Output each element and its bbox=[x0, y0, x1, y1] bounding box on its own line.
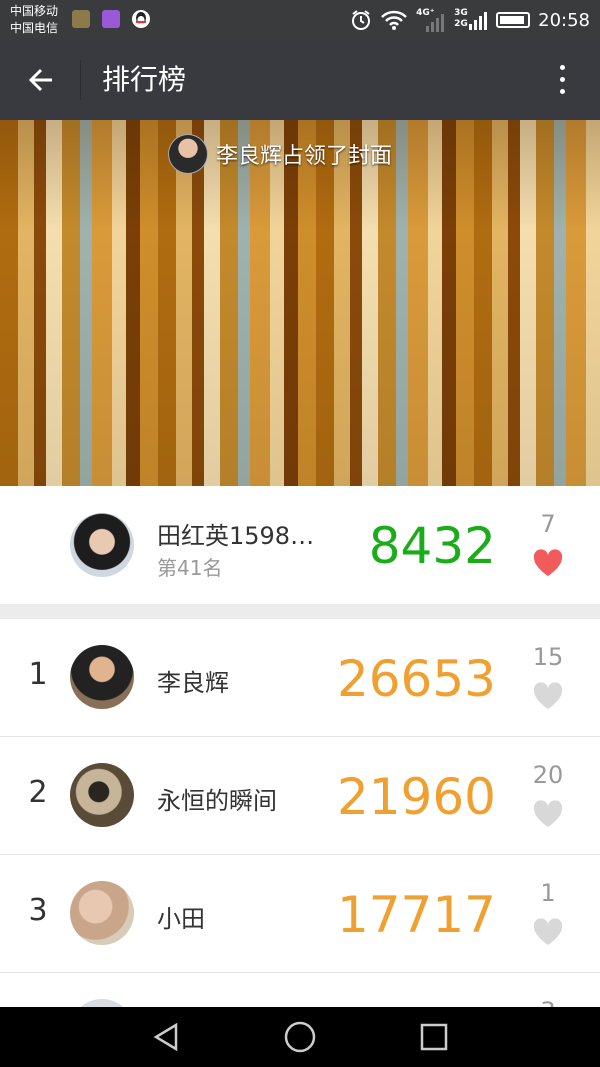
wifi-icon bbox=[381, 10, 408, 30]
avatar[interactable] bbox=[70, 763, 134, 827]
rank-list: 1 李良辉 26653 15 2 永恒的瞬间 21960 20 3 小田 177… bbox=[0, 619, 600, 1007]
nav-recent-icon[interactable] bbox=[416, 1019, 452, 1055]
network-3g-label: 3G bbox=[454, 8, 468, 18]
my-rank-row[interactable]: 田红英1598… 第41名 8432 7 bbox=[0, 486, 600, 604]
rank-row[interactable]: 3 bbox=[0, 973, 600, 1007]
avatar[interactable] bbox=[70, 645, 134, 709]
status-bar: 中国移动 中国电信 4G⁺ 3G 2G 20:58 bbox=[0, 0, 600, 40]
page-title: 排行榜 bbox=[102, 63, 187, 96]
rank-steps: 21960 bbox=[336, 768, 496, 826]
rank-number: 2 bbox=[28, 775, 48, 810]
rank-name: 李良辉 bbox=[157, 669, 229, 697]
system-nav-bar bbox=[0, 1007, 600, 1067]
heart-icon[interactable] bbox=[532, 681, 564, 711]
header-bar: 排行榜 bbox=[0, 40, 600, 120]
battery-icon bbox=[496, 12, 531, 28]
cover-owner[interactable]: 李良辉占领了封面 bbox=[168, 134, 392, 174]
heart-icon[interactable] bbox=[532, 917, 564, 947]
alarm-icon bbox=[352, 10, 371, 30]
cover-image[interactable] bbox=[0, 120, 600, 486]
rank-steps: 17717 bbox=[336, 886, 496, 944]
rank-likes-count: 15 bbox=[532, 643, 564, 671]
rank-name: 永恒的瞬间 bbox=[157, 787, 277, 815]
cover-owner-text: 李良辉占领了封面 bbox=[216, 144, 393, 169]
more-vertical-icon[interactable] bbox=[558, 62, 566, 98]
rank-row[interactable]: 2 永恒的瞬间 21960 20 bbox=[0, 737, 600, 855]
status-icons: 4G⁺ 3G 2G 20:58 bbox=[350, 0, 590, 40]
carrier-labels: 中国移动 中国电信 bbox=[10, 3, 58, 37]
rank-number: 3 bbox=[28, 893, 48, 928]
my-position: 第41名 bbox=[157, 556, 223, 580]
rank-likes-count: 1 bbox=[540, 879, 556, 907]
heart-icon[interactable] bbox=[532, 548, 564, 578]
back-arrow-icon[interactable] bbox=[24, 62, 60, 98]
notification-photo-icon bbox=[72, 10, 90, 28]
my-steps: 8432 bbox=[368, 517, 496, 575]
notification-gallery-icon bbox=[102, 10, 120, 28]
rank-name: 小田 bbox=[157, 905, 205, 933]
carrier-2: 中国电信 bbox=[10, 21, 59, 35]
signal-4g-icon: 4G⁺ bbox=[416, 8, 446, 32]
rank-likes-count: 3 bbox=[528, 997, 568, 1007]
rank-likes-count: 20 bbox=[532, 761, 564, 789]
rank-steps: 26653 bbox=[336, 650, 496, 708]
rank-row[interactable]: 3 小田 17717 1 bbox=[0, 855, 600, 973]
clock: 20:58 bbox=[538, 9, 590, 31]
avatar[interactable] bbox=[70, 999, 134, 1007]
heart-icon[interactable] bbox=[532, 799, 564, 829]
avatar[interactable] bbox=[70, 881, 134, 945]
signal-3g-icon: 3G 2G bbox=[454, 8, 488, 32]
network-2g-label: 2G bbox=[454, 19, 468, 29]
my-likes-count: 7 bbox=[540, 510, 556, 538]
my-name: 田红英1598… bbox=[157, 522, 315, 550]
cover-owner-avatar[interactable] bbox=[168, 134, 208, 174]
nav-home-icon[interactable] bbox=[282, 1019, 318, 1055]
nav-back-icon[interactable] bbox=[148, 1019, 184, 1055]
header-divider bbox=[80, 60, 81, 100]
avatar[interactable] bbox=[70, 513, 134, 577]
rank-number: 1 bbox=[28, 657, 48, 692]
rank-row[interactable]: 1 李良辉 26653 15 bbox=[0, 619, 600, 737]
notification-qq-icon bbox=[132, 10, 150, 28]
carrier-1: 中国移动 bbox=[10, 4, 59, 18]
